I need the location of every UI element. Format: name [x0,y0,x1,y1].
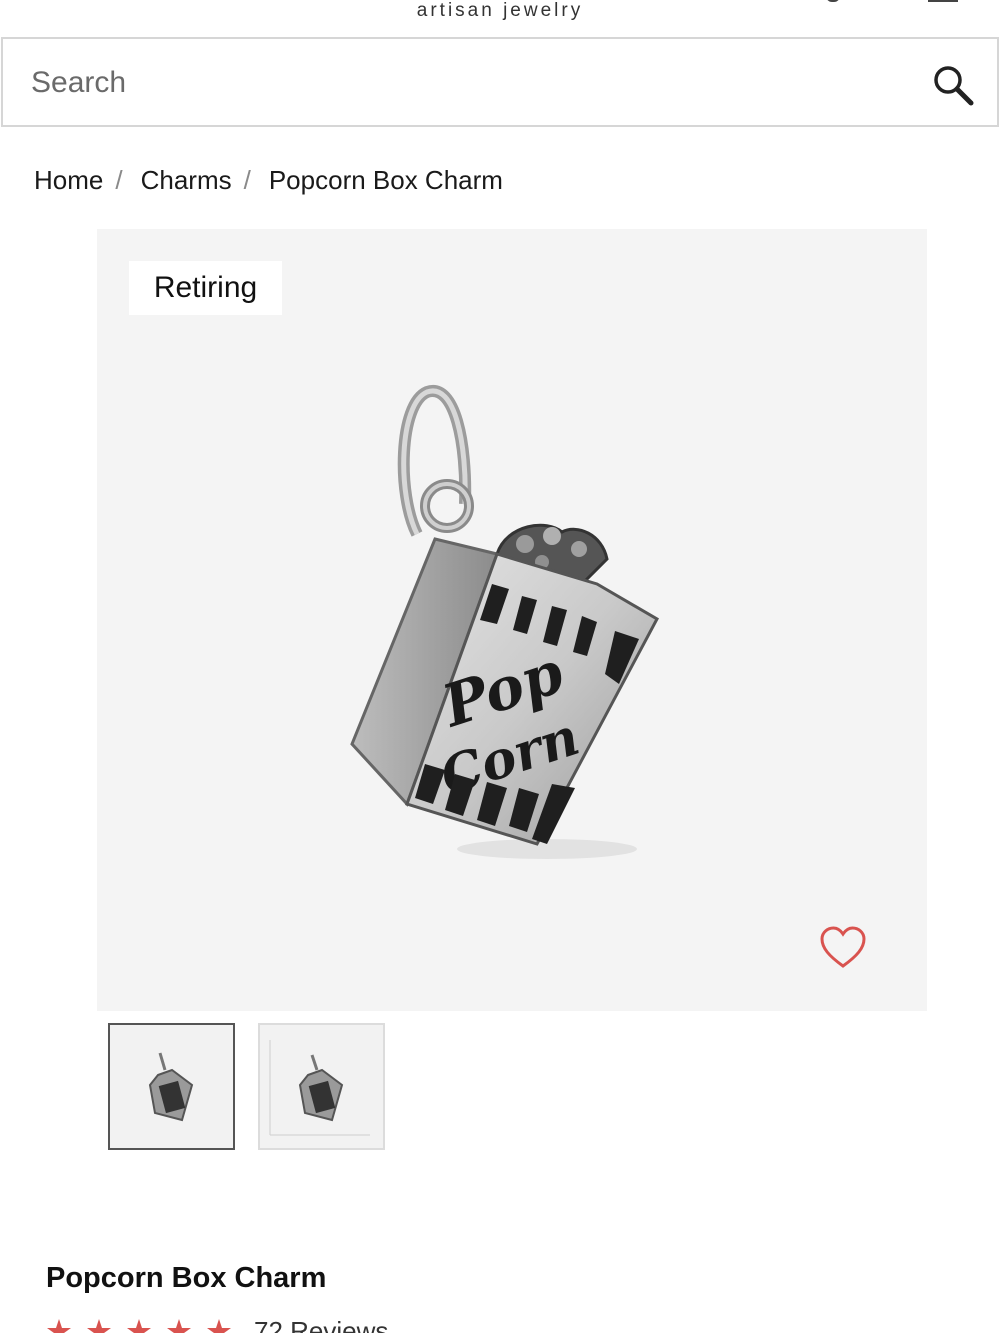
thumbnail-front[interactable] [108,1023,235,1150]
search-icon[interactable] [931,63,975,107]
star-icon [207,1319,231,1333]
breadcrumb-charms[interactable]: Charms [141,165,232,196]
breadcrumb: Home / Charms / Popcorn Box Charm [34,162,503,198]
breadcrumb-current: Popcorn Box Charm [268,164,503,195]
star-icon [47,1319,71,1333]
review-count[interactable]: 72 Reviews [254,1318,388,1333]
heart-icon[interactable] [819,926,867,970]
product-title: Popcorn Box Charm [46,1262,327,1294]
thumbnail-charm-image [148,1052,194,1122]
breadcrumb-separator: / [243,164,251,195]
breadcrumb-home[interactable]: Home [34,165,103,196]
product-image[interactable]: Retiring Pop Corn [97,229,927,1011]
search-bar [1,37,999,127]
brand-tagline: artisan jewelry [416,0,584,21]
star-icon [87,1319,111,1333]
star-icon [127,1319,151,1333]
breadcrumb-separator: / [115,164,123,195]
star-icon [167,1319,191,1333]
popcorn-charm-illustration: Pop Corn [350,385,660,859]
product-page: artisan jewelry Home / Charms / Popcorn … [0,0,1000,1333]
thumbnail-scale[interactable] [258,1023,385,1150]
search-input[interactable] [31,63,891,103]
cart-icon[interactable] [928,0,958,2]
retiring-badge: Retiring [129,261,282,315]
thumbnail-scale-image [269,1040,370,1136]
product-rating[interactable]: 72 Reviews [46,1318,388,1333]
